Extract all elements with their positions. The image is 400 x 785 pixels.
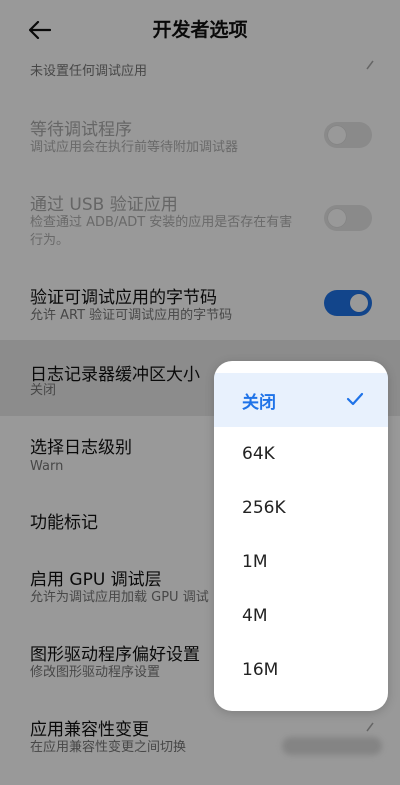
- option-256k[interactable]: 256K: [214, 481, 388, 535]
- buffer-size-popup: 关闭 64K 256K 1M 4M 16M: [214, 361, 388, 711]
- option-label: 64K: [242, 444, 275, 464]
- option-4m[interactable]: 4M: [214, 589, 388, 643]
- option-label: 1M: [242, 552, 268, 572]
- option-1m[interactable]: 1M: [214, 535, 388, 589]
- option-off[interactable]: 关闭: [214, 373, 388, 427]
- option-label: 4M: [242, 606, 268, 626]
- option-16m[interactable]: 16M: [214, 643, 388, 697]
- check-icon: [344, 389, 366, 409]
- option-label: 256K: [242, 498, 286, 518]
- option-64k[interactable]: 64K: [214, 427, 388, 481]
- option-label: 16M: [242, 660, 279, 680]
- option-label: 关闭: [242, 392, 276, 413]
